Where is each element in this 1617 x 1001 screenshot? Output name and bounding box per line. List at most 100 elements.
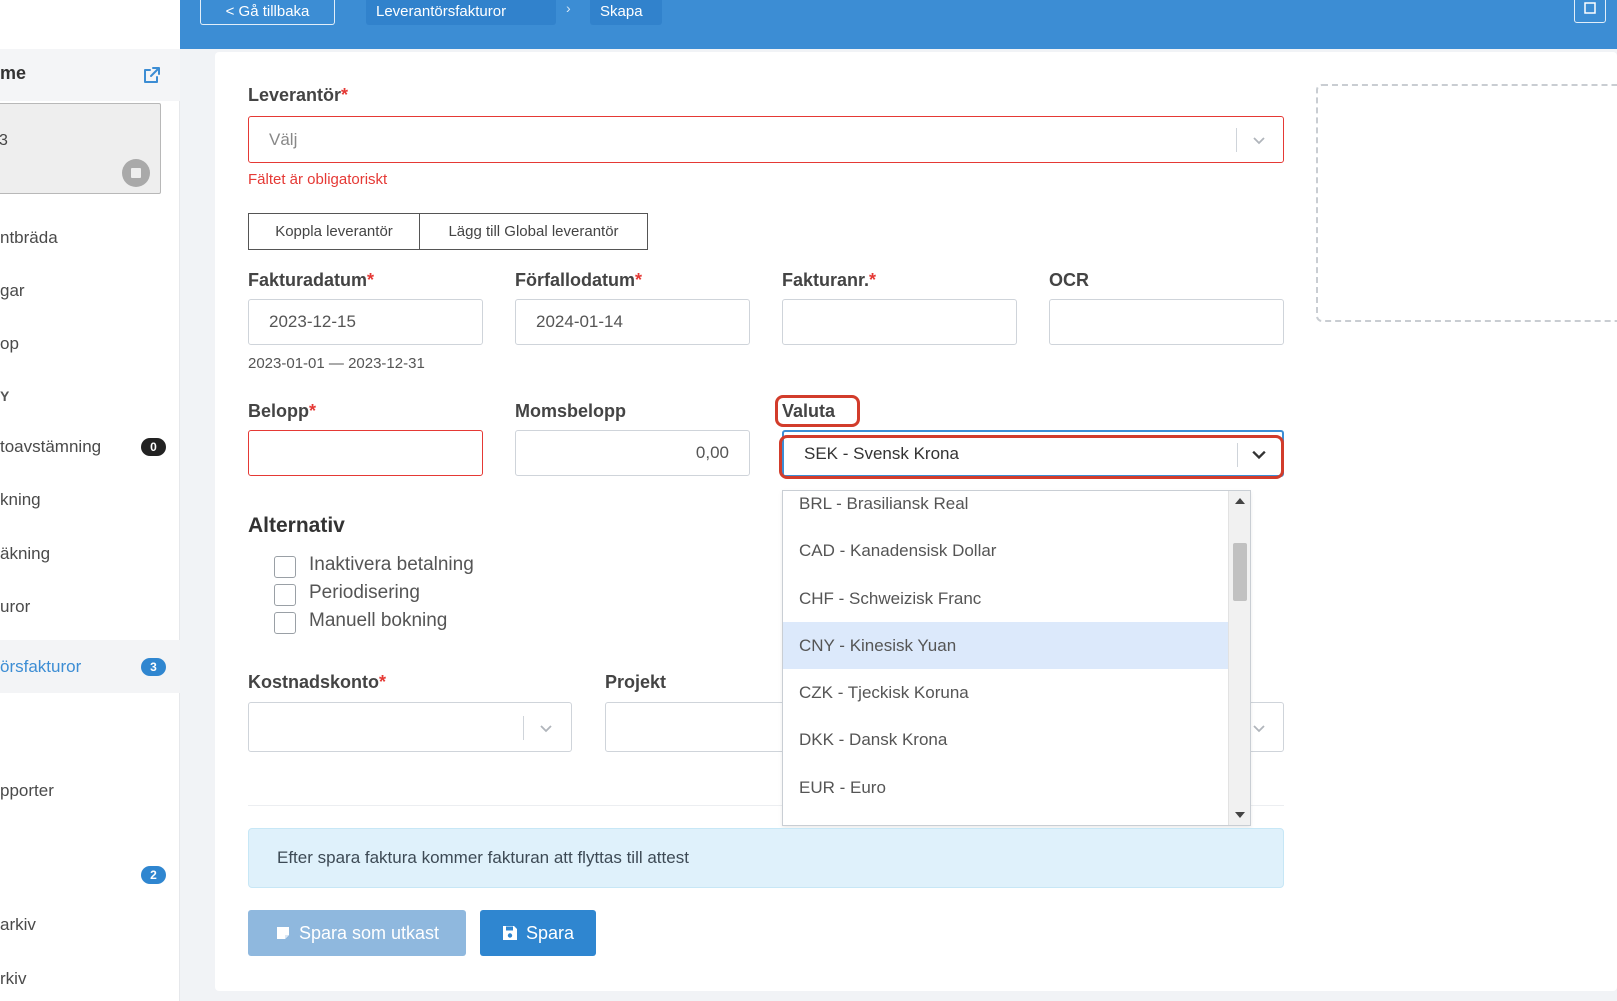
disable-payment-label[interactable]: Inaktivera betalning: [309, 554, 474, 576]
invoice-date-value: 2023-12-15: [269, 312, 356, 331]
external-link-icon[interactable]: [142, 65, 162, 85]
sidebar-item-label: Y: [0, 388, 10, 404]
currency-option[interactable]: CAD - Kanadensisk Dollar: [783, 527, 1229, 574]
currency-value: SEK - Svensk Krona: [804, 443, 959, 463]
select-separator: [1236, 128, 1237, 152]
periodization-checkbox[interactable]: [274, 584, 296, 606]
project-label: Projekt: [605, 672, 667, 692]
dropdown-scrollbar[interactable]: [1228, 491, 1250, 825]
sidebar-item-dashboard[interactable]: ntbräda: [0, 218, 180, 258]
sidebar-item-2[interactable]: gar: [0, 271, 180, 311]
periodization-label[interactable]: Periodisering: [309, 582, 420, 604]
breadcrumb-supplier-invoices[interactable]: Leverantörsfakturor: [366, 0, 556, 25]
sidebar-item-label: op: [0, 334, 19, 353]
sidebar-header-label: me: [0, 63, 27, 83]
alternatives-title: Alternativ: [248, 514, 345, 537]
save-label: Spara: [525, 922, 575, 943]
sidebar-item-label: pporter: [0, 781, 54, 800]
sidebar: me 3 ntbräda gar op Y toavstämning 0 kni…: [0, 49, 180, 1001]
cost-account-label: Kostnadskonto*: [248, 672, 387, 692]
sidebar-top: [0, 0, 180, 49]
currency-option[interactable]: CZK - Tjeckisk Koruna: [783, 669, 1229, 716]
cost-account-select[interactable]: [248, 702, 572, 752]
stop-icon: [131, 168, 141, 178]
select-separator: [523, 716, 524, 740]
currency-option-highlighted[interactable]: CNY - Kinesisk Yuan: [783, 622, 1229, 669]
due-date-value: 2024-01-14: [536, 312, 623, 331]
add-global-supplier-button[interactable]: Lägg till Global leverantör: [419, 213, 648, 250]
vat-amount-input[interactable]: 0,00: [515, 430, 750, 476]
currency-label: Valuta: [782, 401, 836, 421]
scroll-down-arrow-icon[interactable]: [1235, 811, 1245, 819]
vat-amount-value: 0,00: [695, 443, 729, 462]
sidebar-item-label: örsfakturor: [0, 656, 82, 676]
sidebar-item-3[interactable]: op: [0, 324, 180, 364]
sidebar-item-label: äkning: [0, 544, 51, 563]
scrollbar-thumb[interactable]: [1233, 543, 1247, 601]
sidebar-badge: 2: [141, 866, 166, 884]
manual-booking-checkbox[interactable]: [274, 612, 296, 634]
floppy-disk-icon: [502, 926, 517, 940]
company-card[interactable]: 3: [0, 103, 161, 194]
currency-option[interactable]: CHF - Schweizisk Franc: [783, 575, 1229, 622]
sidebar-item-label: kning: [0, 490, 41, 509]
link-supplier-button[interactable]: Koppla leverantör: [248, 213, 420, 250]
ocr-input[interactable]: [1049, 299, 1284, 345]
chevron-down-icon: [1253, 725, 1265, 733]
sidebar-item-reconciliation[interactable]: toavstämning 0: [0, 427, 180, 467]
sidebar-section-heading: Y: [0, 376, 180, 416]
currency-option[interactable]: EUR - Euro: [783, 764, 1229, 811]
sidebar-item-7[interactable]: äkning: [0, 534, 180, 574]
sidebar-badge: 0: [141, 438, 166, 456]
sidebar-item-6[interactable]: kning: [0, 480, 180, 520]
attachment-drop-zone[interactable]: [1316, 84, 1617, 322]
disable-payment-checkbox[interactable]: [274, 556, 296, 578]
scroll-up-arrow-icon[interactable]: [1235, 497, 1245, 505]
top-bar: < Gå tillbaka Leverantörsfakturor › Skap…: [0, 0, 1617, 49]
sidebar-item-archive[interactable]: arkiv: [0, 905, 180, 945]
select-separator: [1237, 443, 1238, 467]
supplier-select[interactable]: Välj: [248, 116, 1284, 163]
company-card-text: 3: [0, 132, 8, 149]
sidebar-item-reports[interactable]: pporter: [0, 771, 180, 811]
save-draft-button[interactable]: Spara som utkast: [248, 910, 466, 956]
currency-option[interactable]: DKK - Dansk Krona: [783, 716, 1229, 763]
supplier-placeholder: Välj: [269, 129, 298, 149]
amount-input[interactable]: [248, 430, 483, 476]
invoice-number-label: Fakturanr.*: [782, 270, 877, 290]
sidebar-header: me: [0, 49, 180, 101]
chevron-down-icon: [1252, 450, 1266, 460]
sidebar-item-8[interactable]: uror: [0, 587, 180, 627]
sidebar-item-supplier-invoices[interactable]: örsfakturor 3: [0, 640, 180, 693]
sidebar-item-label: rkiv: [0, 969, 27, 988]
sidebar-item-label: ntbräda: [0, 228, 58, 247]
ocr-label: OCR: [1049, 270, 1089, 290]
currency-dropdown-list[interactable]: BRL - Brasiliansk Real CAD - Kanadensisk…: [782, 490, 1251, 826]
invoice-date-label: Fakturadatum*: [248, 270, 375, 290]
supplier-label: Leverantör*: [248, 85, 349, 105]
company-card-stop-button[interactable]: [122, 159, 150, 187]
amount-label: Belopp*: [248, 401, 317, 421]
invoice-date-input[interactable]: 2023-12-15: [248, 299, 483, 345]
chevron-down-icon: [1253, 137, 1265, 145]
date-range-hint: 2023-01-01 — 2023-12-31: [248, 355, 425, 372]
sidebar-item-archive-2[interactable]: rkiv: [0, 959, 180, 999]
window-icon: [1584, 2, 1596, 14]
back-button[interactable]: < Gå tillbaka: [200, 0, 335, 25]
due-date-input[interactable]: 2024-01-14: [515, 299, 750, 345]
supplier-error-text: Fältet är obligatoriskt: [248, 171, 388, 188]
info-message: Efter spara faktura kommer fakturan att …: [248, 828, 1284, 888]
currency-option[interactable]: BRL - Brasiliansk Real: [783, 491, 1229, 527]
save-draft-label: Spara som utkast: [298, 922, 440, 943]
sidebar-item-11[interactable]: 2: [0, 855, 180, 895]
manual-booking-label[interactable]: Manuell bokning: [309, 610, 447, 632]
sidebar-item-label: uror: [0, 597, 31, 616]
breadcrumb-create: Skapa: [590, 0, 662, 25]
window-button[interactable]: [1574, 0, 1606, 23]
currency-select[interactable]: SEK - Svensk Krona: [782, 430, 1284, 477]
invoice-number-input[interactable]: [782, 299, 1017, 345]
vat-amount-label: Momsbelopp: [515, 401, 626, 421]
breadcrumb-separator: ›: [566, 0, 571, 16]
save-button[interactable]: Spara: [480, 910, 596, 956]
sidebar-item-label: toavstämning: [0, 437, 102, 456]
